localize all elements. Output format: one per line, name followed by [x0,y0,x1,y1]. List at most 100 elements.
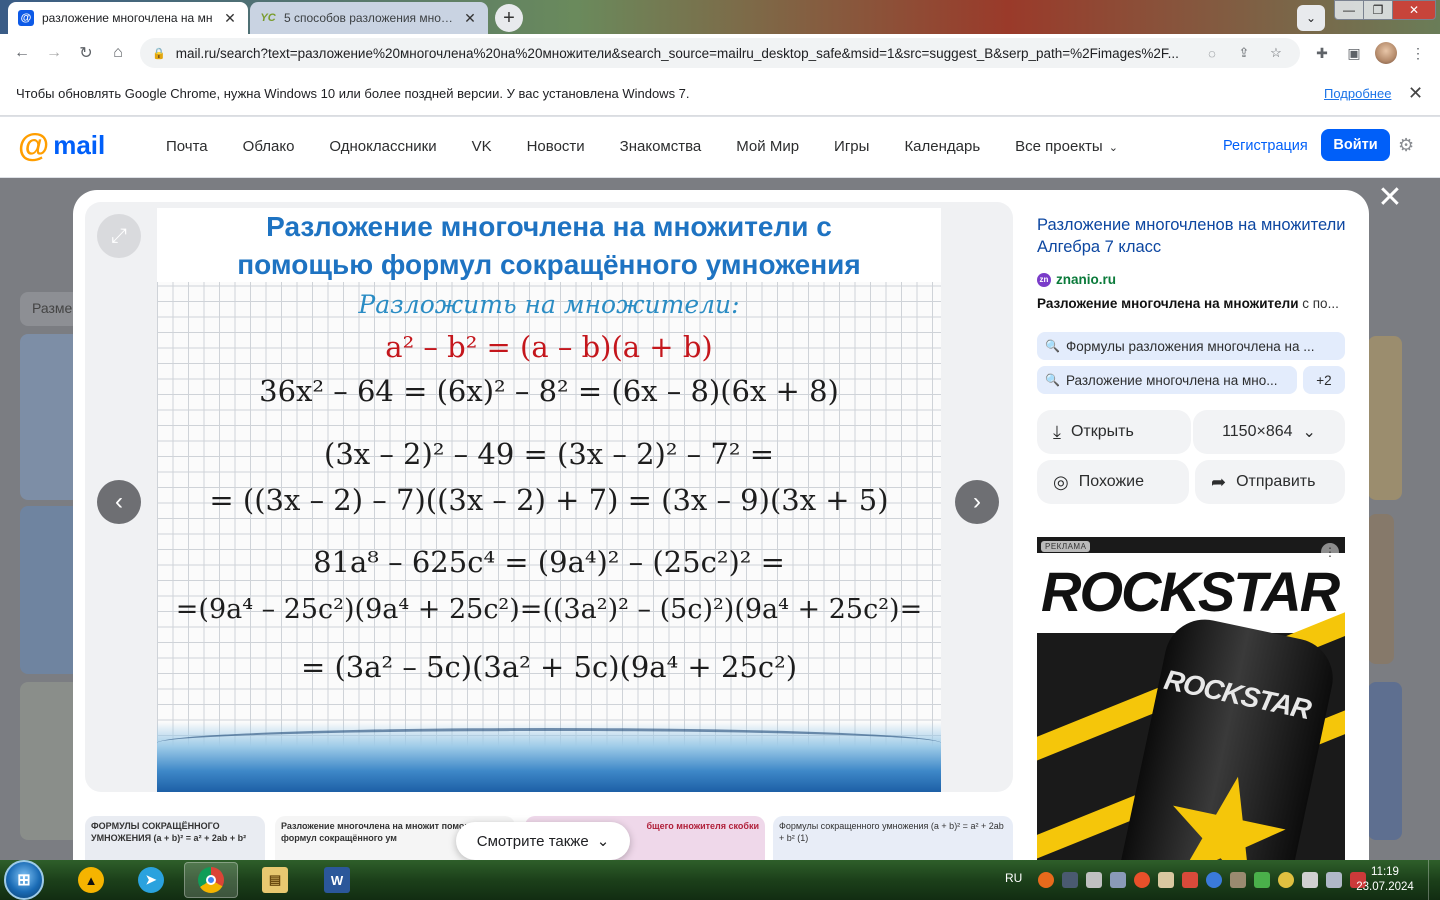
taskbar-clock[interactable]: 11:19 23.07.2024 [1352,865,1418,895]
taskbar-app[interactable] [184,862,238,898]
menu-icon[interactable]: ⋮ [1406,41,1430,65]
similar-thumb[interactable]: Формулы сокращенного умножения (a + b)² … [773,816,1013,860]
home-icon[interactable]: ⌂ [106,41,130,65]
sync-icon[interactable] [1302,872,1318,888]
taskbar-app[interactable]: ▲ [64,862,118,898]
nav-link-ok[interactable]: Одноклассники [329,138,436,155]
nav-link-games[interactable]: Игры [834,138,869,155]
see-also-button[interactable]: Смотрите также ⌄ [456,822,630,860]
volume-icon[interactable] [1086,872,1102,888]
tab-search[interactable]: @ разложение многочлена на мн ✕ [8,2,248,34]
speaker-muted-icon[interactable] [1182,872,1198,888]
taskbar-app[interactable]: ▤ [248,862,302,898]
mailru-icon: @ [18,10,34,26]
telegram-icon: ➤ [138,867,164,893]
source-domain: znanio.ru [1056,272,1116,287]
infobar-more-link[interactable]: Подробнее [1324,86,1391,101]
new-tab-button[interactable]: + [495,4,523,32]
close-icon[interactable]: ✕ [1408,83,1423,104]
projects-nav: Почта Облако Одноклассники VK Новости Зн… [166,138,1153,155]
description-bold: Разложение многочлена на множители [1037,296,1299,311]
clock-time: 11:19 [1371,866,1399,878]
gear-icon[interactable]: ⚙ [1398,135,1414,156]
display-icon[interactable] [1110,872,1126,888]
slide-subtitle: Разложить на множители: [358,290,740,319]
nav-link-cloud[interactable]: Облако [243,138,295,155]
tab-article[interactable]: YC 5 способов разложения многоч ✕ [250,2,488,34]
cloud-icon[interactable] [1206,872,1222,888]
maximize-button[interactable]: ❐ [1363,0,1393,20]
start-button[interactable]: ⊞ [4,860,44,900]
network-icon[interactable] [1062,872,1078,888]
related-query-chip[interactable]: 🔍 Формулы разложения многочлена на ... [1037,332,1345,360]
result-thumb [20,682,80,840]
browser-toolbar: ← → ↻ ⌂ 🔒 mail.ru/search?text=разложение… [0,34,1440,72]
source-link[interactable]: zn znanio.ru [1037,272,1116,287]
star-icon[interactable]: ☆ [1264,45,1288,61]
slide-title-line1: Разложение многочлена на множители с [266,211,832,242]
nav-link-vk[interactable]: VK [472,138,492,155]
nav-link-all-projects[interactable]: Все проекты ⌄ [1015,138,1118,155]
back-icon[interactable]: ← [10,41,34,65]
share-icon[interactable]: ⇪ [1232,45,1256,61]
register-link[interactable]: Регистрация [1223,138,1308,154]
image-source-title[interactable]: Разложение многочленов на множители Алге… [1037,214,1347,258]
mailru-logo[interactable]: @ mail [18,129,105,161]
login-button[interactable]: Войти [1321,129,1390,161]
close-viewer-icon[interactable]: ✕ [1377,183,1403,213]
infobar-message: Чтобы обновлять Google Chrome, нужна Win… [16,86,690,101]
see-also-label: Смотрите также [476,832,589,850]
more-chips-button[interactable]: +2 [1303,366,1345,394]
ad-banner[interactable]: ROCKSTAR ROCKSTAR ★ РЕКЛАМА ⋮ [1037,537,1345,860]
close-tab-icon[interactable]: ✕ [222,10,238,27]
similar-button[interactable]: ◎ Похожие [1037,460,1189,504]
side-panel-icon[interactable]: ▣ [1342,41,1366,65]
search-icon: 🔍 [1045,339,1060,353]
eye-off-icon[interactable]: ◌ [1200,46,1224,61]
related-query-chip[interactable]: 🔍 Разложение многочлена на мно... [1037,366,1297,394]
result-thumb [20,334,80,500]
show-desktop-button[interactable] [1428,860,1440,900]
close-window-button[interactable]: ✕ [1392,0,1436,20]
nav-link-calendar[interactable]: Календарь [904,138,980,155]
reload-icon[interactable]: ↻ [74,41,98,65]
result-thumb [20,506,80,674]
tray-app-icon[interactable] [1254,872,1270,888]
expand-icon[interactable]: ⤢ [97,214,141,258]
minimize-button[interactable]: — [1334,0,1364,20]
lock-icon[interactable]: 🔒 [152,47,166,60]
tab-title: 5 способов разложения многоч [284,11,454,25]
extensions-icon[interactable]: ✚ [1310,41,1334,65]
url-text[interactable]: mail.ru/search?text=разложение%20многочл… [176,46,1192,61]
taskbar-app[interactable]: ➤ [124,862,178,898]
address-bar[interactable]: 🔒 mail.ru/search?text=разложение%20много… [140,38,1300,68]
result-thumb [1368,682,1402,840]
chrome-tray-icon[interactable] [1278,872,1294,888]
nav-link-myworld[interactable]: Мой Мир [736,138,799,155]
forward-icon[interactable]: → [42,41,66,65]
all-projects-label: Все проекты [1015,138,1103,155]
avatar[interactable] [1375,42,1397,64]
image-viewer-modal: Разложение многочлена на множители с пом… [73,190,1369,860]
nav-link-mail[interactable]: Почта [166,138,208,155]
prev-image-button[interactable]: ‹ [97,480,141,524]
taskbar-app[interactable]: W [310,862,364,898]
ad-menu-icon[interactable]: ⋮ [1321,543,1339,561]
ad-label: РЕКЛАМА [1041,541,1091,552]
language-indicator[interactable]: RU [1005,871,1022,885]
nav-link-dating[interactable]: Знакомства [620,138,702,155]
window-icon[interactable] [1326,872,1342,888]
close-tab-icon[interactable]: ✕ [462,10,478,27]
monitor-icon[interactable] [1158,872,1174,888]
tab-search-button[interactable]: ⌄ [1297,5,1325,31]
battery-icon[interactable] [1230,872,1246,888]
open-image-button[interactable]: ⤓ Открыть [1037,410,1191,454]
share-button[interactable]: ➦ Отправить [1195,460,1345,504]
size-select[interactable]: 1150×864 ⌄ [1193,410,1345,454]
chip-label: Разложение многочлена на мно... [1065,372,1278,388]
alert-icon[interactable] [1134,872,1150,888]
similar-thumb[interactable]: ФОРМУЛЫ СОКРАЩЁННОГО УМНОЖЕНИЯ (a + b)² … [85,816,265,860]
next-image-button[interactable]: › [955,480,999,524]
update-icon[interactable] [1038,872,1054,888]
nav-link-news[interactable]: Новости [527,138,585,155]
